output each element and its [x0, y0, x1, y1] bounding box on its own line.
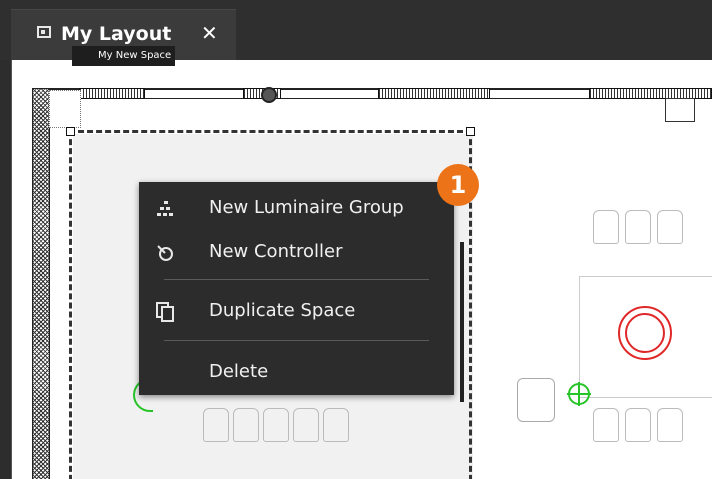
column-block — [665, 98, 695, 122]
layout-icon — [37, 26, 51, 38]
canvas-edge — [11, 60, 12, 479]
menu-item-label: New Controller — [209, 241, 343, 262]
chair — [203, 408, 229, 442]
close-icon[interactable]: ✕ — [201, 21, 218, 45]
chair — [657, 408, 683, 442]
chair — [593, 408, 619, 442]
chair — [293, 408, 319, 442]
wall-left — [32, 88, 50, 479]
menu-item-label: Duplicate Space — [209, 300, 356, 321]
controller-icon — [155, 243, 177, 263]
menu-item-duplicate-space[interactable]: Duplicate Space — [139, 289, 454, 333]
resize-handle[interactable] — [66, 127, 75, 136]
chair — [517, 378, 555, 422]
space-label[interactable]: My New Space — [72, 46, 176, 66]
step-badge: 1 — [437, 164, 479, 206]
luminaire-group-icon — [155, 199, 177, 219]
resize-handle[interactable] — [466, 127, 475, 136]
chair — [233, 408, 259, 442]
chair — [625, 408, 651, 442]
menu-separator — [164, 340, 429, 341]
column-block — [49, 90, 81, 128]
chair — [625, 210, 651, 244]
menu-item-label: Delete — [209, 361, 269, 382]
door-hinge — [261, 87, 277, 103]
context-menu: New Luminaire Group New Controller Dupli… — [139, 182, 454, 395]
chair — [323, 408, 349, 442]
menu-separator — [164, 279, 429, 280]
window — [378, 88, 490, 99]
duplicate-icon — [155, 302, 177, 322]
luminaire-target-inner — [625, 313, 665, 353]
chair — [263, 408, 289, 442]
scrollbar[interactable] — [460, 242, 464, 402]
menu-item-label: New Luminaire Group — [209, 197, 404, 218]
chair — [593, 210, 619, 244]
chair — [657, 210, 683, 244]
menu-item-new-controller[interactable]: New Controller — [139, 230, 454, 274]
menu-item-delete[interactable]: Delete — [139, 350, 454, 394]
window — [79, 88, 145, 99]
menu-item-new-luminaire-group[interactable]: New Luminaire Group — [139, 186, 454, 230]
tab-title: My Layout — [61, 23, 172, 45]
crosshair-icon[interactable] — [566, 381, 592, 407]
